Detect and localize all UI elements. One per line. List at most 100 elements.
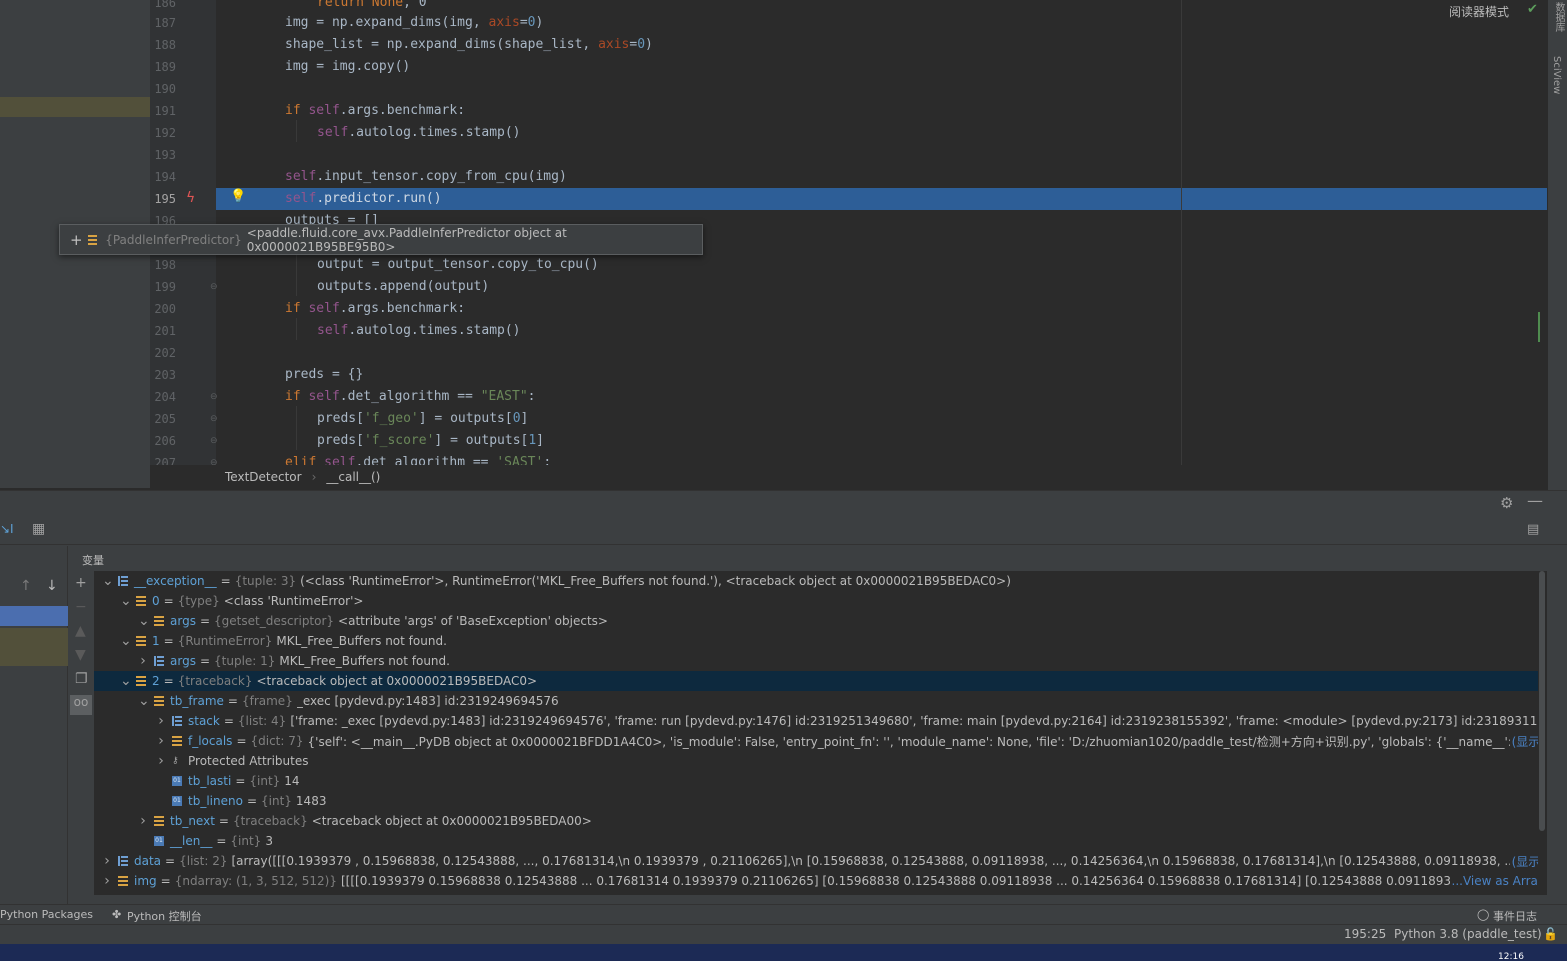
code-line[interactable]: preds['f_geo'] = outputs[0] bbox=[317, 408, 528, 430]
frame-item[interactable] bbox=[0, 628, 68, 666]
chevron-right-icon[interactable]: › bbox=[138, 813, 148, 829]
watches-glasses-icon[interactable]: oo bbox=[70, 695, 92, 715]
variable-row[interactable]: 01 tb_lasti = {int} 14 bbox=[94, 771, 1547, 791]
arrow-down-icon[interactable]: ↓ bbox=[46, 578, 58, 594]
variable-row[interactable]: › img = {ndarray: (1, 3, 512, 512)} [[[[0.19… bbox=[94, 871, 1547, 891]
variable-name: tb_frame bbox=[170, 694, 224, 708]
fold-marker-icon[interactable]: ⊖ bbox=[210, 414, 218, 424]
line-number: 198 bbox=[154, 258, 176, 272]
code-line[interactable]: preds = {} bbox=[285, 364, 363, 386]
tab-python-packages[interactable]: Python Packages bbox=[0, 908, 93, 921]
variable-row[interactable]: ⌄ 2 = {traceback} <traceback object at 0x000… bbox=[94, 671, 1547, 691]
variable-type: {traceback} bbox=[177, 674, 253, 688]
caret-position[interactable]: 195:25 bbox=[1344, 927, 1386, 941]
code-line[interactable]: shape_list = np.expand_dims(shape_list, … bbox=[285, 34, 653, 56]
variable-value-tooltip[interactable]: + {PaddleInferPredictor} <paddle.fluid.c… bbox=[59, 224, 703, 255]
exception-breakpoint-icon[interactable]: ϟ bbox=[186, 190, 195, 206]
code-line[interactable]: img = np.expand_dims(img, axis=0) bbox=[285, 12, 543, 34]
variable-row[interactable]: ⌄ __exception__ = {tuple: 3} (<class 'Runtim… bbox=[94, 571, 1547, 591]
breadcrumb-method[interactable]: __call__() bbox=[326, 470, 380, 484]
variable-row[interactable]: ⌄ 0 = {type} <class 'RuntimeError'> bbox=[94, 591, 1547, 611]
line-number: 205 bbox=[154, 412, 176, 426]
variable-row[interactable]: ⌄ 1 = {RuntimeError} MKL_Free_Buffers not fo… bbox=[94, 631, 1547, 651]
sciview-tool-tab[interactable]: SciView bbox=[1551, 56, 1562, 94]
clock: 12:16 bbox=[1498, 952, 1524, 961]
code-line[interactable]: self.autolog.times.stamp() bbox=[317, 320, 521, 342]
chevron-down-icon[interactable]: ⌄ bbox=[102, 573, 114, 589]
lock-icon[interactable]: 🔓 bbox=[1543, 927, 1558, 941]
fold-marker-icon[interactable]: ⊖ bbox=[210, 282, 218, 292]
chevron-right-icon[interactable]: › bbox=[156, 733, 166, 749]
chevron-right-icon[interactable]: › bbox=[102, 853, 112, 869]
chevron-down-icon[interactable]: ⌄ bbox=[138, 693, 150, 709]
arrow-up-icon[interactable]: ↑ bbox=[20, 578, 32, 594]
expand-plus-icon[interactable]: + bbox=[70, 231, 83, 249]
fold-marker-icon[interactable]: ⊖ bbox=[210, 392, 218, 402]
line-number: 190 bbox=[154, 82, 176, 96]
variable-row[interactable]: 01 __len__ = {int} 3 bbox=[94, 831, 1547, 851]
frame-item-selected[interactable] bbox=[0, 606, 68, 626]
variables-tree[interactable]: ⌄ __exception__ = {tuple: 3} (<class 'Runtim… bbox=[94, 571, 1547, 895]
chevron-right-icon[interactable]: › bbox=[156, 753, 166, 769]
step-into-icon[interactable]: ↘I bbox=[0, 522, 14, 536]
variable-value: (<class 'RuntimeError'>, RuntimeError('M… bbox=[300, 574, 1011, 588]
layout-icon[interactable]: ▤ bbox=[1527, 522, 1539, 537]
table-view-icon[interactable]: ▦ bbox=[32, 521, 45, 537]
list-icon bbox=[118, 856, 128, 866]
code-line[interactable]: output = output_tensor.copy_to_cpu() bbox=[317, 254, 599, 276]
chevron-down-icon[interactable]: ⌄ bbox=[120, 593, 132, 609]
add-watch-icon[interactable]: + bbox=[75, 575, 87, 591]
inspection-ok-icon[interactable]: ✔ bbox=[1527, 2, 1538, 17]
database-tool-tab[interactable]: 数据库 bbox=[1551, 2, 1566, 32]
code-line[interactable]: img = img.copy() bbox=[285, 56, 410, 78]
minimize-icon[interactable]: — bbox=[1527, 491, 1543, 510]
code-line[interactable]: if self.det_algorithm == "EAST": bbox=[285, 386, 535, 408]
remove-watch-icon[interactable]: − bbox=[75, 599, 87, 615]
chevron-down-icon[interactable]: ⌄ bbox=[120, 633, 132, 649]
variable-row[interactable]: › f_locals = {dict: 7} {'self': <__main__.Py… bbox=[94, 731, 1547, 751]
variable-row[interactable]: › args = {tuple: 1} MKL_Free_Buffers not fou… bbox=[94, 651, 1547, 671]
intention-bulb-icon[interactable]: 💡 bbox=[230, 189, 246, 204]
chevron-right-icon[interactable]: › bbox=[102, 873, 112, 889]
code-line[interactable]: if self.args.benchmark: bbox=[285, 100, 465, 122]
code-line[interactable]: preds['f_score'] = outputs[1] bbox=[317, 430, 544, 452]
chevron-down-icon[interactable]: ⌄ bbox=[120, 673, 132, 689]
variable-value: MKL_Free_Buffers not found. bbox=[276, 634, 447, 648]
variables-scrollbar[interactable] bbox=[1538, 571, 1547, 895]
chevron-right-icon[interactable]: › bbox=[138, 653, 148, 669]
gear-icon[interactable]: ⚙ bbox=[1500, 494, 1513, 512]
event-log-icon: ◯ bbox=[1477, 908, 1490, 921]
field-icon bbox=[136, 676, 146, 686]
right-margin-guide bbox=[1181, 0, 1182, 465]
variable-row[interactable]: › tb_next = {traceback} <traceback object at… bbox=[94, 811, 1547, 831]
view-more-link[interactable]: ...View as Array bbox=[1449, 874, 1545, 888]
variable-row[interactable]: › ⚷ Protected Attributes bbox=[94, 751, 1547, 771]
code-line[interactable]: self.predictor.run() bbox=[285, 188, 442, 210]
interpreter-selector[interactable]: Python 3.8 (paddle_test) bbox=[1394, 927, 1542, 941]
code-line[interactable]: self.input_tensor.copy_from_cpu(img) bbox=[285, 166, 567, 188]
field-icon bbox=[136, 596, 146, 606]
fold-marker-icon[interactable]: ⊖ bbox=[210, 436, 218, 446]
chevron-right-icon[interactable]: › bbox=[156, 713, 166, 729]
tab-python-console[interactable]: Python 控制台 bbox=[127, 908, 202, 924]
tab-event-log[interactable]: 事件日志 bbox=[1493, 908, 1537, 924]
copy-icon[interactable]: ❐ bbox=[75, 671, 88, 687]
chevron-down-icon[interactable]: ⌄ bbox=[138, 613, 150, 629]
move-up-icon[interactable]: ▲ bbox=[75, 623, 86, 639]
variable-row[interactable]: ⌄ args = {getset_descriptor} <attribute 'arg… bbox=[94, 611, 1547, 631]
change-marker bbox=[1538, 312, 1547, 342]
code-line[interactable]: outputs.append(output) bbox=[317, 276, 489, 298]
code-line[interactable]: self.autolog.times.stamp() bbox=[317, 122, 521, 144]
code-line[interactable]: if self.args.benchmark: bbox=[285, 298, 465, 320]
variable-row[interactable]: 01 tb_lineno = {int} 1483 bbox=[94, 791, 1547, 811]
line-number: 204 bbox=[154, 390, 176, 404]
frames-list[interactable]: ↑ ↓ bbox=[0, 546, 68, 905]
reader-mode-button[interactable]: 阅读器模式 bbox=[1449, 3, 1509, 20]
variable-row[interactable]: ⌄ tb_frame = {frame} _exec [pydevd.py:1483] … bbox=[94, 691, 1547, 711]
variable-row[interactable]: › data = {list: 2} [array([[[0.1939379 , 0.1… bbox=[94, 851, 1547, 871]
variable-row[interactable]: › stack = {list: 4} ['frame: _exec [pydevd.p… bbox=[94, 711, 1547, 731]
variable-name: stack bbox=[188, 714, 220, 728]
move-down-icon[interactable]: ▼ bbox=[75, 647, 86, 663]
variable-value: [[[[0.1939379 0.15968838 0.12543888 ... … bbox=[340, 874, 1520, 888]
breadcrumb-class[interactable]: TextDetector bbox=[225, 470, 302, 484]
